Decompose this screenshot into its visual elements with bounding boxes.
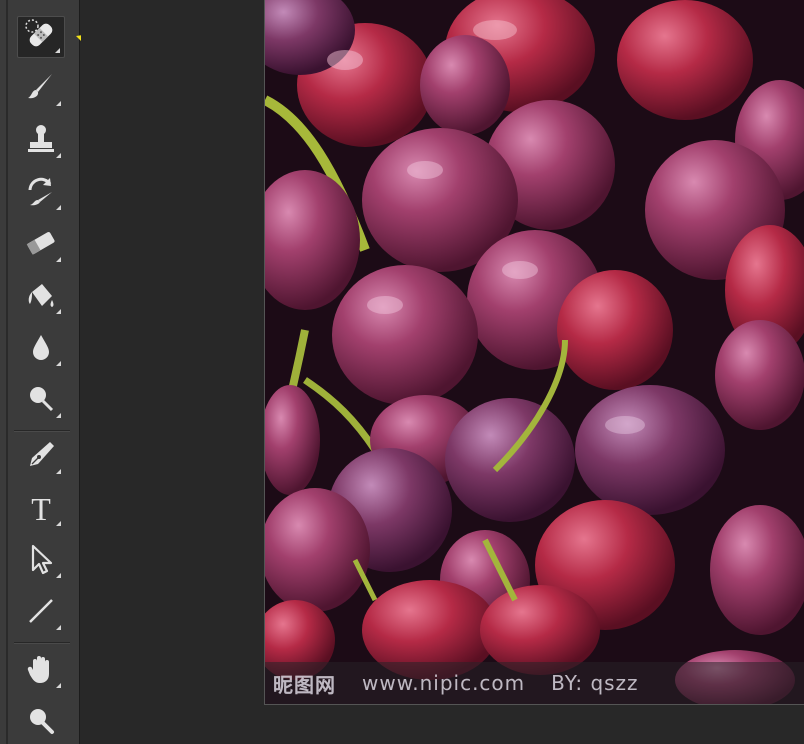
path-selection-tool[interactable]	[17, 540, 65, 582]
watermark-author: BY: qszz	[551, 671, 639, 695]
tool-flyout-indicator	[56, 683, 61, 688]
type-icon: T	[31, 491, 51, 527]
tool-flyout-indicator	[56, 309, 61, 314]
paint-bucket-tool[interactable]	[17, 276, 65, 318]
line-tool[interactable]	[17, 592, 65, 634]
grape-image	[265, 0, 804, 704]
tool-flyout-indicator	[56, 257, 61, 262]
grape-photo[interactable]: 昵图网 www.nipic.com BY: qszz	[264, 0, 804, 705]
tool-flyout-indicator	[56, 469, 61, 474]
dodge-tool[interactable]	[17, 380, 65, 422]
toolbar-divider	[14, 642, 70, 644]
history-brush-tool[interactable]	[17, 172, 65, 214]
panel-edge	[6, 0, 8, 744]
brush-tool[interactable]	[17, 68, 65, 110]
pen-icon	[24, 438, 58, 477]
type-tool[interactable]: T	[17, 488, 65, 530]
watermark-bar: 昵图网 www.nipic.com BY: qszz	[265, 662, 804, 704]
tool-flyout-indicator	[56, 205, 61, 210]
eraser-icon	[24, 226, 58, 265]
pen-tool[interactable]	[17, 436, 65, 478]
history-brush-icon	[24, 174, 58, 213]
hand-tool[interactable]	[17, 650, 65, 692]
blur-icon	[24, 330, 58, 369]
tool-flyout-indicator	[56, 413, 61, 418]
tools-panel: T	[0, 0, 80, 744]
dodge-icon	[24, 382, 58, 421]
zoom-icon	[24, 704, 58, 743]
eraser-tool[interactable]	[17, 224, 65, 266]
brush-icon	[24, 70, 58, 109]
path-selection-icon	[24, 542, 58, 581]
blur-tool[interactable]	[17, 328, 65, 370]
line-icon	[24, 594, 58, 633]
tool-flyout-indicator	[55, 48, 60, 53]
tool-flyout-indicator	[56, 573, 61, 578]
tool-flyout-indicator	[56, 521, 61, 526]
spot-healing-brush-icon	[24, 18, 58, 57]
watermark-brand: 昵图网	[273, 672, 336, 697]
zoom-tool[interactable]	[17, 702, 65, 744]
clone-stamp-tool[interactable]	[17, 120, 65, 162]
watermark-url: www.nipic.com	[362, 671, 526, 695]
tool-flyout-indicator	[56, 361, 61, 366]
spot-healing-brush-tool[interactable]	[17, 16, 65, 58]
clone-stamp-icon	[24, 122, 58, 161]
hand-icon	[24, 652, 58, 691]
paint-bucket-icon	[24, 278, 58, 317]
tool-flyout-indicator	[56, 625, 61, 630]
toolbar-divider	[14, 430, 70, 432]
tool-flyout-indicator	[56, 101, 61, 106]
tool-flyout-indicator	[56, 153, 61, 158]
